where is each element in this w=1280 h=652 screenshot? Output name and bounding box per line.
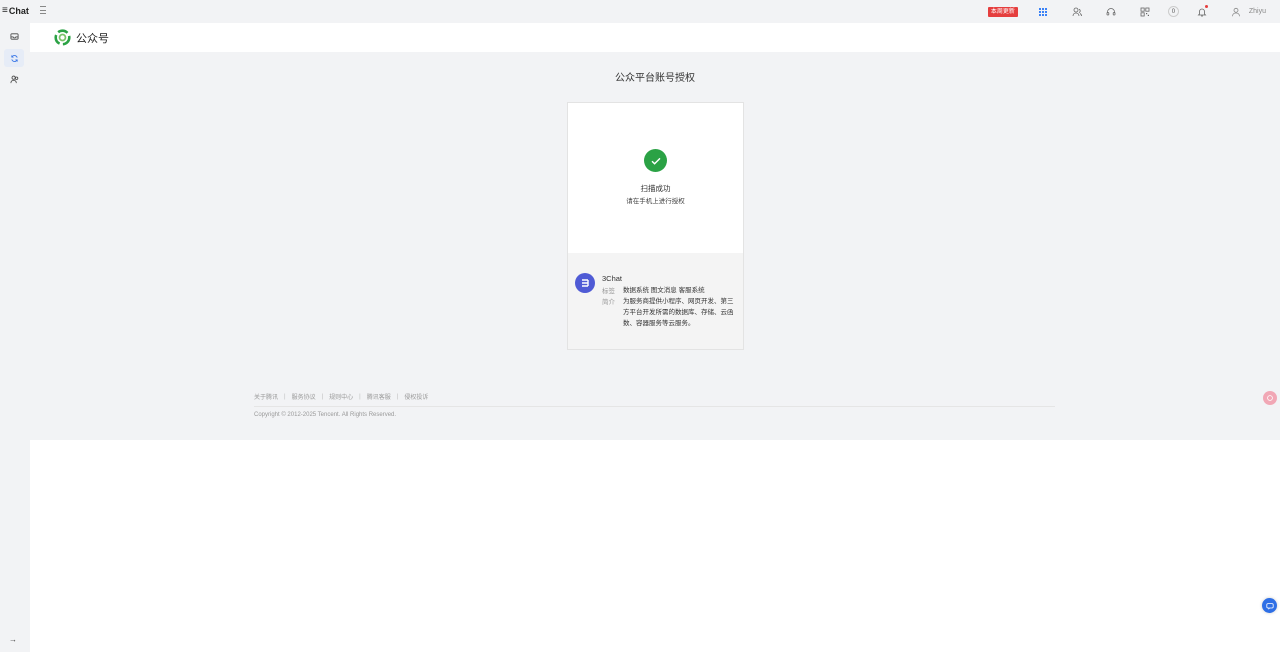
qrcode-icon[interactable]: [1139, 6, 1151, 18]
notification-dot: [1204, 4, 1208, 8]
success-check-icon: [644, 149, 667, 172]
sidebar-item-inbox[interactable]: [4, 27, 24, 45]
collapse-arrow-icon[interactable]: →: [9, 635, 17, 644]
chat-support-icon[interactable]: [1262, 598, 1277, 613]
username[interactable]: Zhiyu: [1249, 8, 1266, 15]
footer-link-about[interactable]: 关于腾讯: [254, 392, 278, 401]
user-icon[interactable]: [1230, 6, 1242, 18]
footer-link-rules[interactable]: 规则中心: [329, 392, 353, 401]
copyright: Copyright © 2012-2025 Tencent. All Right…: [254, 412, 397, 418]
main-content: 公众平台账号授权 扫描成功 请在手机上进行授权 3Chat 标签 数据系统 图文…: [30, 52, 1280, 440]
footer-link-support[interactable]: 腾讯客服: [367, 392, 391, 401]
bell-icon[interactable]: [1196, 4, 1208, 18]
intro-label: 简介: [602, 299, 615, 306]
contacts-icon: [9, 75, 18, 83]
footer-divider: [254, 406, 1055, 407]
sync-icon: [10, 54, 18, 62]
scan-success-text: 扫描成功: [640, 184, 671, 193]
qr-auth-card: 扫描成功 请在手机上进行授权 3Chat 标签 数据系统 图文消息 客服系统 简…: [567, 102, 744, 350]
account-tags-row: 标签 数据系统 图文消息 客服系统: [602, 285, 737, 296]
headset-icon[interactable]: [1105, 6, 1117, 18]
update-badge[interactable]: 本周更新: [987, 6, 1018, 17]
scan-status-panel: 扫描成功 请在手机上进行授权: [568, 103, 743, 253]
account-info: 3Chat 标签 数据系统 图文消息 客服系统 简介 为服务商提供小程序、网页开…: [568, 253, 743, 349]
account-intro-row: 简介 为服务商提供小程序、网页开发、第三方平台开发所需的数据库、存储、云函数、容…: [602, 296, 737, 329]
message-counter[interactable]: 0: [1167, 6, 1179, 17]
account-name: 3Chat: [602, 274, 623, 283]
scan-instruction-text: 请在手机上进行授权: [626, 198, 685, 205]
footer-link-terms[interactable]: 服务协议: [292, 392, 316, 401]
sidebar-item-contacts[interactable]: [4, 70, 24, 88]
app-logo[interactable]: ≡ Chat: [2, 5, 29, 16]
brand: 公众号: [54, 29, 109, 46]
sidebar-item-sync[interactable]: [4, 49, 24, 67]
tag-value: 数据系统 图文消息 客服系统: [623, 287, 705, 294]
top-actions: 本周更新 0 Zhiyu: [987, 4, 1266, 19]
page-title: 公众号: [76, 32, 109, 45]
wechat-official-logo-icon: [54, 29, 71, 46]
inbox-icon: [9, 32, 19, 40]
users-icon[interactable]: [1071, 6, 1083, 18]
auth-title: 公众平台账号授权: [615, 73, 695, 84]
tag-label: 标签: [602, 288, 615, 295]
logo-text: Chat: [8, 5, 29, 16]
floating-assistant-icon[interactable]: [1263, 391, 1277, 405]
account-avatar: [575, 273, 595, 293]
logo-mark: ≡: [2, 5, 8, 16]
sidebar: →: [0, 23, 30, 652]
top-bar: ≡ Chat 本周更新 0 Zhiyu: [0, 0, 1280, 23]
menu-toggle-icon[interactable]: [40, 6, 48, 14]
page-header: 公众号: [30, 23, 1280, 52]
lower-blank-area: [30, 440, 1280, 652]
intro-value: 为服务商提供小程序、网页开发、第三方平台开发所需的数据库、存储、云函数、容器服务…: [623, 298, 734, 327]
footer-links: 关于腾讯 | 服务协议 | 规则中心 | 腾讯客服 | 侵权投诉: [254, 392, 429, 402]
footer-link-complaint[interactable]: 侵权投诉: [404, 392, 428, 401]
apps-grid-icon[interactable]: [1037, 6, 1049, 18]
